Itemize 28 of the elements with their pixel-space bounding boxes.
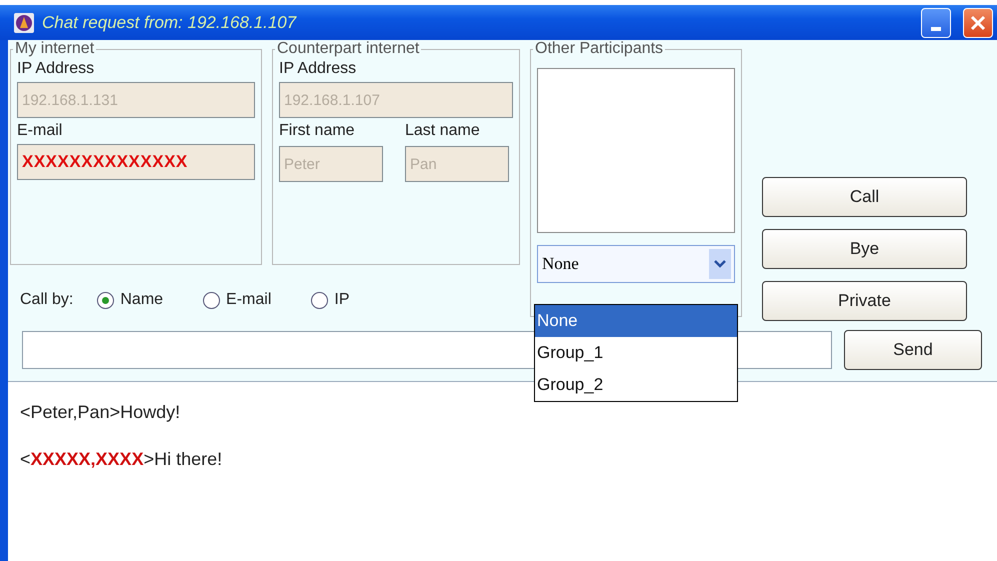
chat-message: <XXXXX,XXXX>Hi there! [20,449,224,470]
close-icon [970,14,986,30]
action-button[interactable]: Bye [762,229,967,269]
minimize-button[interactable] [921,8,951,38]
close-button[interactable] [963,8,993,38]
chat-message: <Peter,Pan>Howdy! [20,402,182,423]
window-title: Chat request from: 192.168.1.107 [42,12,298,32]
field-label: Last name [405,122,481,140]
dropdown-option[interactable]: None [535,305,737,337]
app-icon [14,12,34,32]
radio-option[interactable]: Name [97,291,164,309]
participants-list[interactable] [537,68,735,233]
radio-option[interactable]: IP [311,291,350,309]
action-button[interactable]: Call [762,177,967,217]
action-button[interactable]: Private [762,281,967,321]
group-title: Counterpart internet [276,40,420,58]
minimize-icon [931,26,941,30]
call-by-label: Call by: [20,291,74,309]
chevron-down-icon [709,249,731,279]
radio-option[interactable]: E-mail [203,291,272,309]
field-label: E-mail [17,122,64,140]
send-button[interactable]: Send [844,330,982,370]
field-label: IP Address [279,60,358,78]
group-dropdown[interactable]: None [537,245,735,283]
group-title: Other Participants [534,40,664,58]
field-label: IP Address [17,60,96,78]
field-label: First name [279,122,356,140]
group-title: My internet [14,40,96,58]
